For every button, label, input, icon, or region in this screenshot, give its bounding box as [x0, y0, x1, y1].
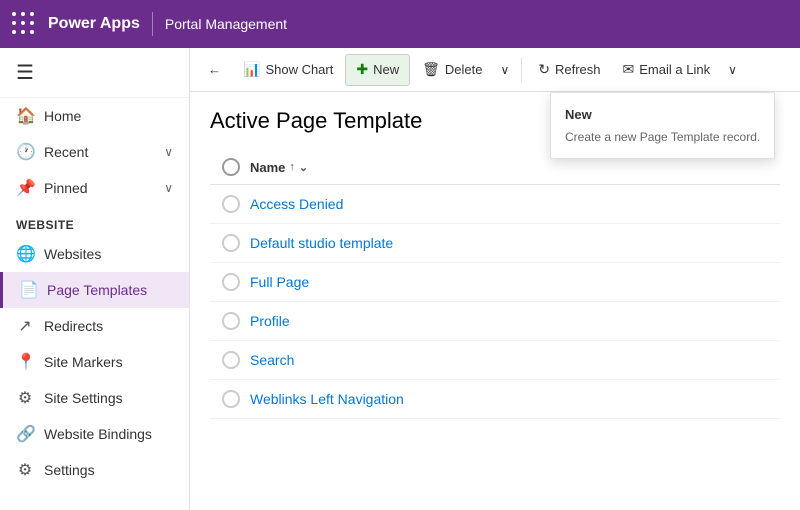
more-dropdown-button[interactable]: ∨ [722, 54, 743, 86]
col-name-header: Name ↑ ⌄ [250, 160, 308, 175]
back-button[interactable]: ← [198, 54, 231, 86]
pinned-chevron-icon: ∨ [164, 181, 173, 195]
sidebar-pinned-label: Pinned [44, 180, 88, 196]
recent-icon: 🕐 [16, 142, 34, 162]
website-bindings-icon: 🔗 [16, 424, 34, 444]
chart-icon: 📊 [243, 61, 260, 78]
select-all-checkbox[interactable] [222, 158, 240, 176]
back-icon: ← [208, 62, 221, 77]
top-bar: Power Apps Portal Management [0, 0, 800, 48]
sidebar: ☰ 🏠 Home 🕐 Recent ∨ 📌 Pinned ∨ Website 🌐… [0, 48, 190, 510]
row-checkbox[interactable] [222, 390, 240, 408]
sidebar-site-settings-label: Site Settings [44, 390, 123, 406]
home-icon: 🏠 [16, 106, 34, 126]
sidebar-item-home[interactable]: 🏠 Home [0, 98, 189, 134]
recent-chevron-icon: ∨ [164, 145, 173, 159]
show-chart-button[interactable]: 📊 Show Chart [233, 54, 343, 86]
filter-icon[interactable]: ⌄ [299, 161, 308, 174]
sidebar-websites-label: Websites [44, 246, 101, 262]
table-row[interactable]: Search [210, 341, 780, 380]
col-name-label: Name [250, 160, 285, 175]
page-templates-icon: 📄 [19, 280, 37, 300]
redirects-icon: ↗ [16, 316, 34, 336]
main-area: ← 📊 Show Chart ✚ New 🗑 Delete ∨ ↻ Refres… [190, 48, 800, 510]
tooltip-description: Create a new Page Template record. [551, 128, 774, 150]
row-checkbox[interactable] [222, 273, 240, 291]
row-checkbox[interactable] [222, 234, 240, 252]
sidebar-item-recent[interactable]: 🕐 Recent ∨ [0, 134, 189, 170]
sidebar-website-bindings-label: Website Bindings [44, 426, 152, 442]
sidebar-item-redirects[interactable]: ↗ Redirects [0, 308, 189, 344]
sidebar-item-site-settings[interactable]: ⚙ Site Settings [0, 380, 189, 416]
sidebar-item-website-bindings[interactable]: 🔗 Website Bindings [0, 416, 189, 452]
row-link[interactable]: Access Denied [250, 196, 343, 212]
row-link[interactable]: Default studio template [250, 235, 393, 251]
new-button[interactable]: ✚ New [345, 54, 410, 86]
sort-asc-icon[interactable]: ↑ [289, 161, 295, 173]
table-row[interactable]: Default studio template [210, 224, 780, 263]
toolbar: ← 📊 Show Chart ✚ New 🗑 Delete ∨ ↻ Refres… [190, 48, 800, 92]
row-link[interactable]: Search [250, 352, 294, 368]
new-button-tooltip: New Create a new Page Template record. [550, 92, 775, 159]
layout: ☰ 🏠 Home 🕐 Recent ∨ 📌 Pinned ∨ Website 🌐… [0, 48, 800, 510]
tooltip-title: New [551, 101, 774, 128]
new-icon: ✚ [356, 61, 368, 78]
email-icon: ✉ [623, 61, 635, 78]
table-row[interactable]: Profile [210, 302, 780, 341]
row-checkbox[interactable] [222, 195, 240, 213]
portal-subtitle: Portal Management [165, 16, 287, 32]
sidebar-page-templates-label: Page Templates [47, 282, 147, 298]
row-checkbox[interactable] [222, 312, 240, 330]
delete-icon: 🗑 [422, 61, 440, 78]
sidebar-item-pinned[interactable]: 📌 Pinned ∨ [0, 170, 189, 206]
sidebar-home-label: Home [44, 108, 81, 124]
table-row[interactable]: Weblinks Left Navigation [210, 380, 780, 419]
sidebar-item-page-templates[interactable]: 📄 Page Templates [0, 272, 189, 308]
delete-button[interactable]: 🗑 Delete [412, 54, 492, 86]
table-row[interactable]: Access Denied [210, 185, 780, 224]
refresh-icon: ↻ [538, 61, 550, 78]
pinned-icon: 📌 [16, 178, 34, 198]
email-link-label: Email a Link [639, 62, 710, 77]
row-link[interactable]: Full Page [250, 274, 309, 290]
sidebar-top: ☰ [0, 48, 189, 98]
sidebar-item-websites[interactable]: 🌐 Websites [0, 236, 189, 272]
table-row[interactable]: Full Page [210, 263, 780, 302]
new-label: New [373, 62, 399, 77]
top-bar-divider [152, 12, 153, 36]
settings-icon: ⚙ [16, 460, 34, 480]
sidebar-item-site-markers[interactable]: 📍 Site Markers [0, 344, 189, 380]
refresh-label: Refresh [555, 62, 601, 77]
email-link-button[interactable]: ✉ Email a Link [613, 54, 721, 86]
sidebar-menu-button[interactable]: ☰ [12, 56, 38, 89]
delete-dropdown-button[interactable]: ∨ [494, 54, 515, 86]
site-settings-icon: ⚙ [16, 388, 34, 408]
row-checkbox[interactable] [222, 351, 240, 369]
delete-label: Delete [445, 62, 483, 77]
site-markers-icon: 📍 [16, 352, 34, 372]
sidebar-section-website: Website [0, 206, 189, 236]
sidebar-item-settings[interactable]: ⚙ Settings [0, 452, 189, 488]
sidebar-recent-label: Recent [44, 144, 88, 160]
refresh-button[interactable]: ↻ Refresh [528, 54, 610, 86]
toolbar-separator [521, 58, 522, 82]
show-chart-label: Show Chart [265, 62, 333, 77]
app-grid-icon[interactable] [12, 12, 36, 36]
row-link[interactable]: Weblinks Left Navigation [250, 391, 404, 407]
app-name: Power Apps [48, 15, 140, 33]
sidebar-redirects-label: Redirects [44, 318, 103, 334]
sidebar-site-markers-label: Site Markers [44, 354, 123, 370]
sidebar-settings-label: Settings [44, 462, 95, 478]
row-link[interactable]: Profile [250, 313, 290, 329]
websites-icon: 🌐 [16, 244, 34, 264]
